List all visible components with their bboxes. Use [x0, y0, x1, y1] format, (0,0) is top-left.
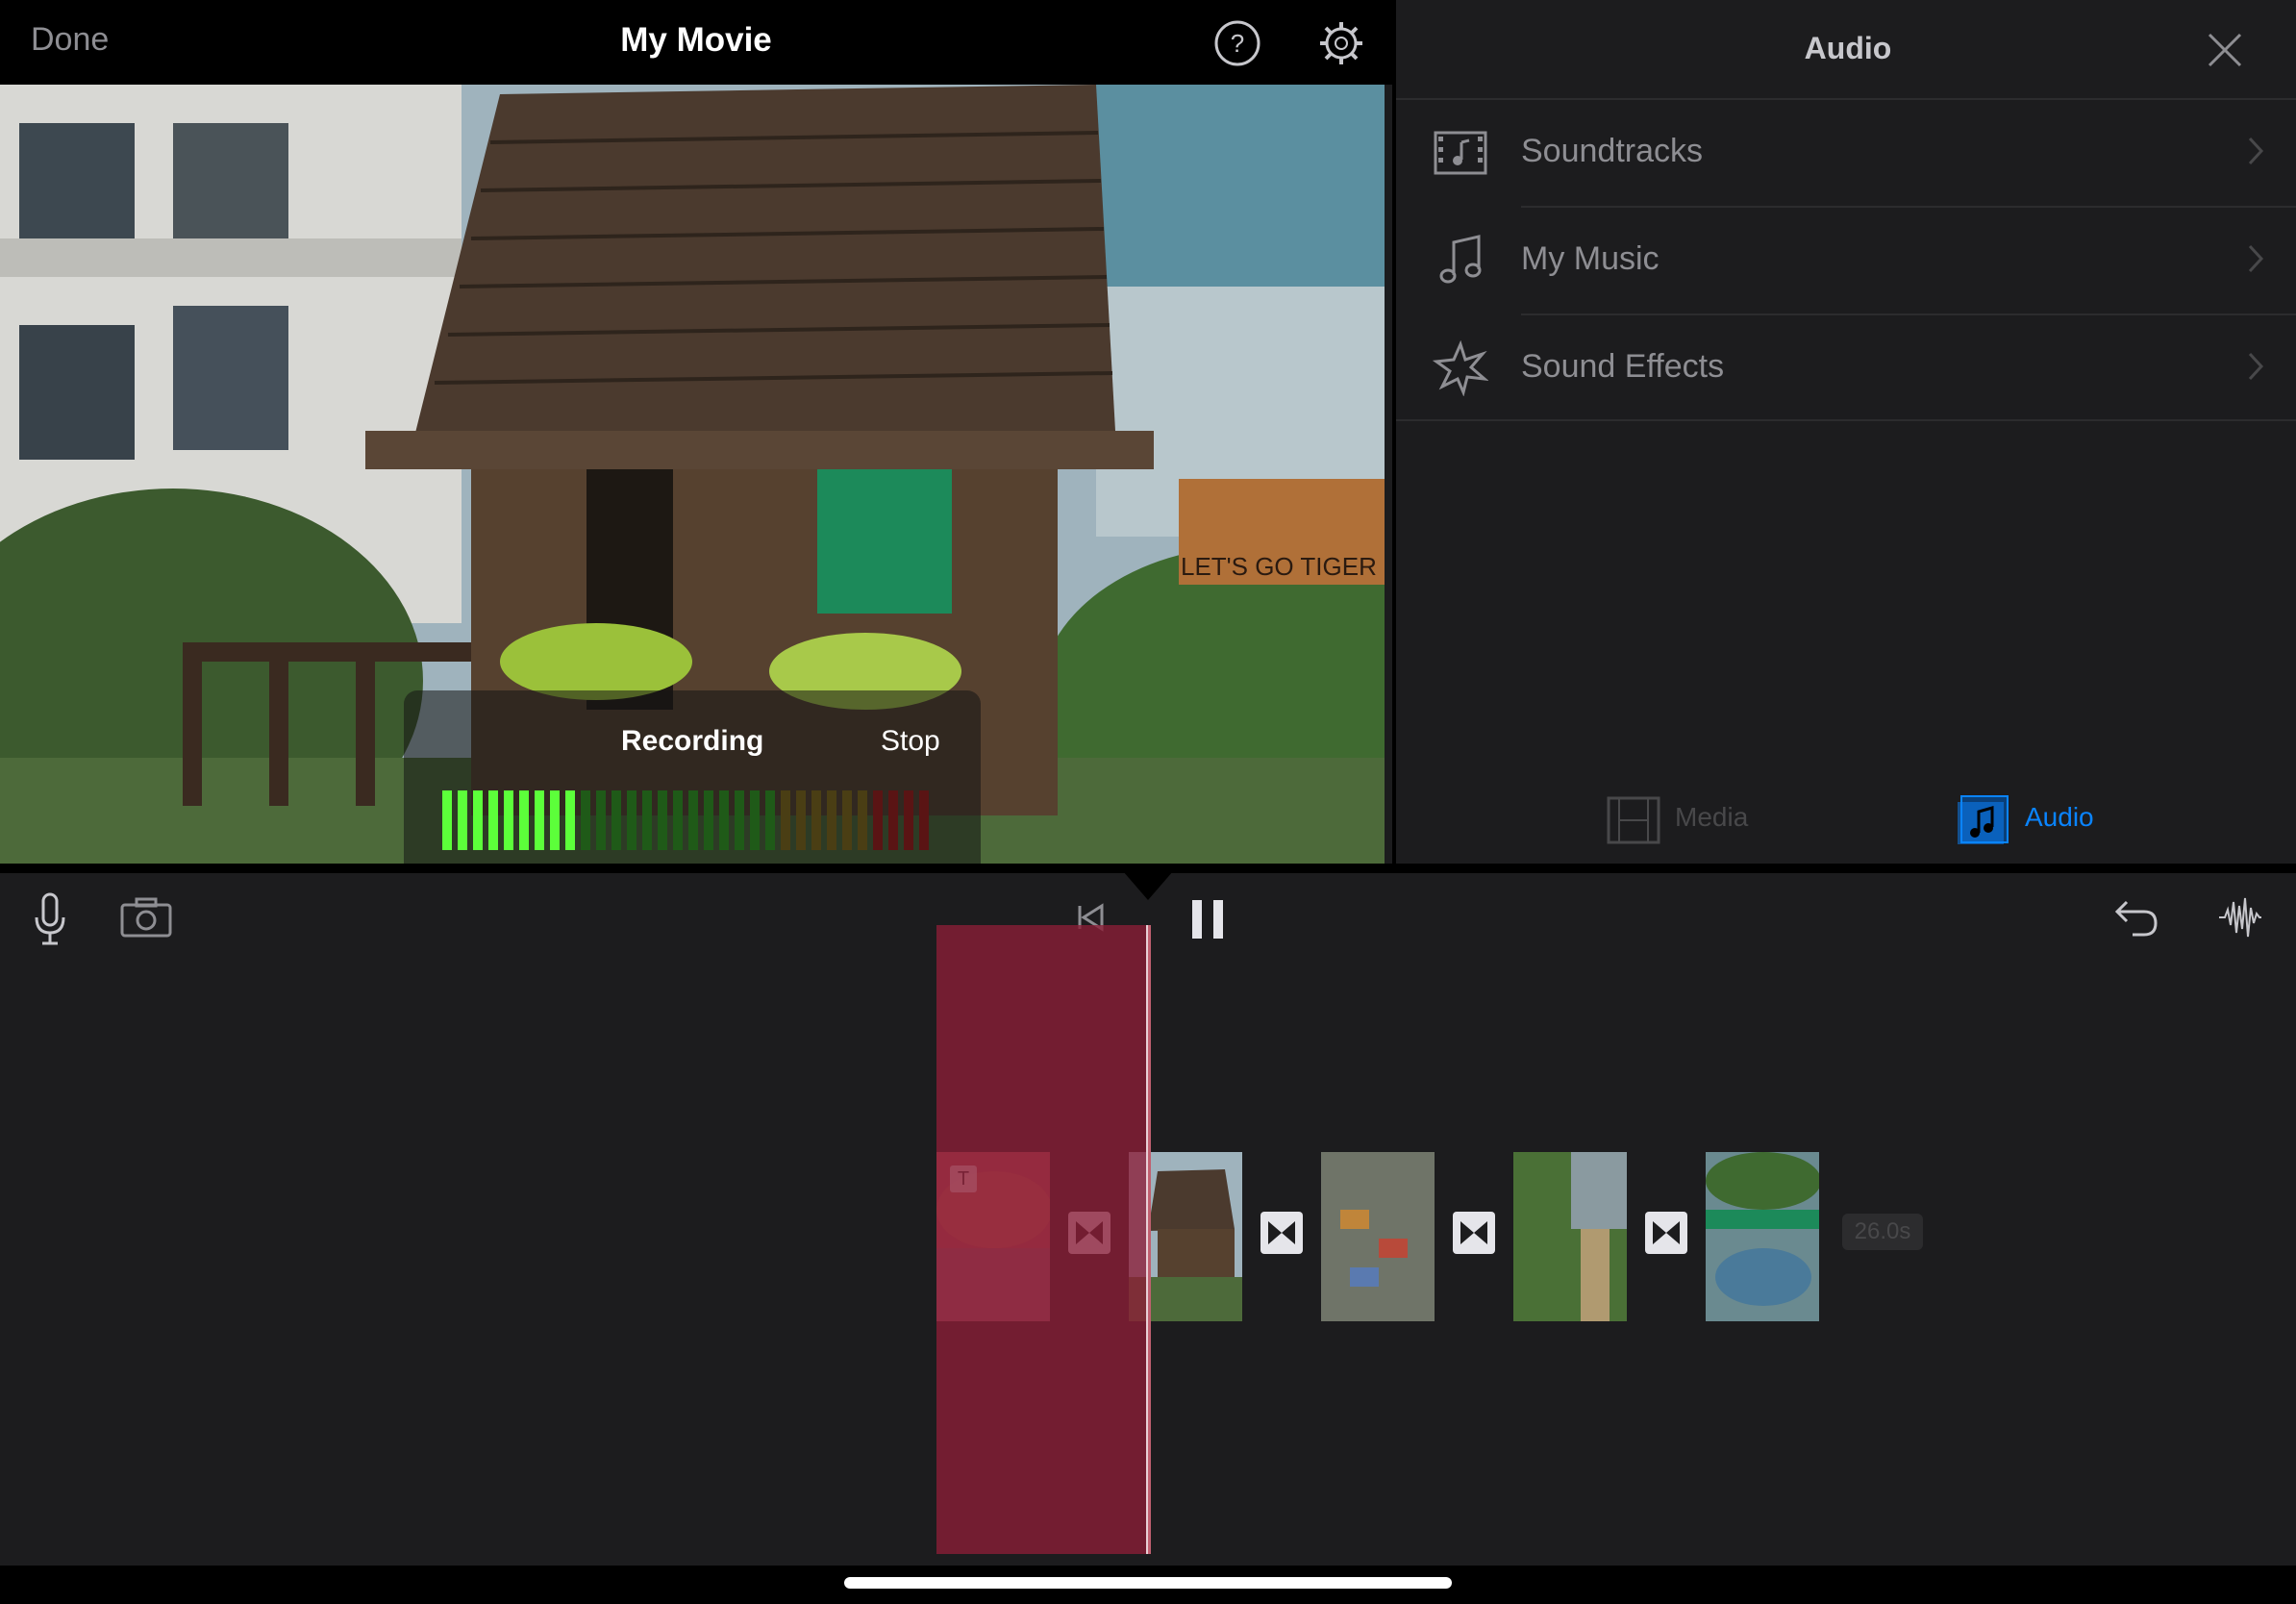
meter-segment	[658, 790, 667, 850]
chevron-right-icon	[2248, 244, 2264, 273]
svg-text:?: ?	[1231, 29, 1244, 58]
tab-media[interactable]: Media	[1606, 794, 1817, 846]
meter-segment	[442, 790, 452, 850]
banner-text: LET'S GO TIGER	[1181, 552, 1377, 581]
voiceover-recording-region	[936, 925, 1151, 1554]
music-note-square-icon	[1958, 795, 2009, 844]
audio-browser-panel: Audio Soundtracks My Music Sound Effects…	[1392, 0, 2296, 864]
meter-segment	[627, 790, 636, 850]
audio-panel-title: Audio	[1804, 31, 1892, 65]
tab-audio-label: Audio	[2025, 802, 2094, 832]
transition-icon	[1268, 1221, 1295, 1244]
tab-audio[interactable]: Audio	[1956, 794, 2167, 846]
meter-segment	[842, 790, 852, 850]
soundtracks-row[interactable]: Soundtracks	[1396, 100, 2296, 206]
meter-segment	[550, 790, 560, 850]
clip-thumbnail	[1513, 1152, 1627, 1321]
sound-effects-row[interactable]: Sound Effects	[1396, 315, 2296, 421]
microphone-icon[interactable]	[33, 892, 67, 946]
meter-segment	[673, 790, 683, 850]
close-icon[interactable]	[2206, 31, 2244, 69]
transition-button[interactable]	[1645, 1212, 1687, 1254]
meter-segment	[811, 790, 821, 850]
meter-segment	[781, 790, 790, 850]
meter-segment	[458, 790, 467, 850]
pause-icon[interactable]	[1188, 896, 1227, 942]
undo-icon[interactable]	[2113, 896, 2159, 939]
chevron-right-icon	[2248, 137, 2264, 165]
gear-icon[interactable]	[1317, 19, 1365, 67]
meter-segment	[719, 790, 729, 850]
meter-segment	[750, 790, 760, 850]
meter-segment	[688, 790, 698, 850]
film-icon	[1607, 796, 1660, 844]
top-toolbar: Done My Movie ?	[0, 0, 1392, 85]
meter-segment	[504, 790, 513, 850]
timeline-clip[interactable]	[1321, 1152, 1435, 1321]
meter-segment	[888, 790, 898, 850]
stop-recording-button[interactable]: Stop	[881, 725, 940, 758]
meter-segment	[565, 790, 575, 850]
music-note-icon	[1439, 235, 1482, 284]
voiceover-recording-overlay: Recording Stop	[404, 690, 981, 864]
meter-segment	[858, 790, 867, 850]
sound-effects-label: Sound Effects	[1521, 348, 1725, 385]
meter-segment	[919, 790, 929, 850]
meter-segment	[827, 790, 836, 850]
my-music-row[interactable]: My Music	[1396, 208, 2296, 313]
my-music-label: My Music	[1521, 240, 1660, 277]
home-indicator[interactable]	[844, 1577, 1452, 1589]
clip-thumbnail	[1321, 1152, 1435, 1321]
meter-segment	[596, 790, 606, 850]
recording-status-label: Recording	[621, 725, 764, 757]
panel-divider	[1396, 419, 2296, 421]
transition-icon	[1460, 1221, 1487, 1244]
timeline-clip[interactable]	[1706, 1152, 1819, 1321]
meter-segment	[519, 790, 529, 850]
transition-button[interactable]	[1260, 1212, 1303, 1254]
meter-segment	[611, 790, 621, 850]
meter-segment	[904, 790, 913, 850]
timeline[interactable]: T	[0, 864, 2296, 1566]
help-icon[interactable]: ?	[1213, 19, 1261, 67]
meter-segment	[765, 790, 775, 850]
meter-segment	[796, 790, 806, 850]
waveform-icon[interactable]	[2217, 894, 2263, 940]
camera-icon[interactable]	[119, 896, 173, 939]
playhead-line	[1146, 925, 1148, 1554]
timeline-clip[interactable]	[1513, 1152, 1627, 1321]
clip-thumbnail	[1706, 1152, 1819, 1321]
project-title: My Movie	[620, 21, 772, 59]
audio-level-meter	[442, 790, 929, 850]
meter-segment	[735, 790, 744, 850]
playhead-marker	[1123, 871, 1173, 900]
meter-segment	[473, 790, 483, 850]
film-music-icon	[1434, 131, 1487, 175]
meter-segment	[642, 790, 652, 850]
tab-media-label: Media	[1675, 802, 1749, 832]
transition-button[interactable]	[1453, 1212, 1495, 1254]
soundtracks-label: Soundtracks	[1521, 133, 1703, 169]
meter-segment	[488, 790, 498, 850]
transition-icon	[1653, 1221, 1680, 1244]
meter-segment	[535, 790, 544, 850]
project-duration-badge: 26.0s	[1842, 1214, 1923, 1250]
star-burst-icon	[1433, 340, 1488, 396]
meter-segment	[873, 790, 883, 850]
meter-segment	[581, 790, 590, 850]
chevron-right-icon	[2248, 352, 2264, 381]
meter-segment	[704, 790, 713, 850]
